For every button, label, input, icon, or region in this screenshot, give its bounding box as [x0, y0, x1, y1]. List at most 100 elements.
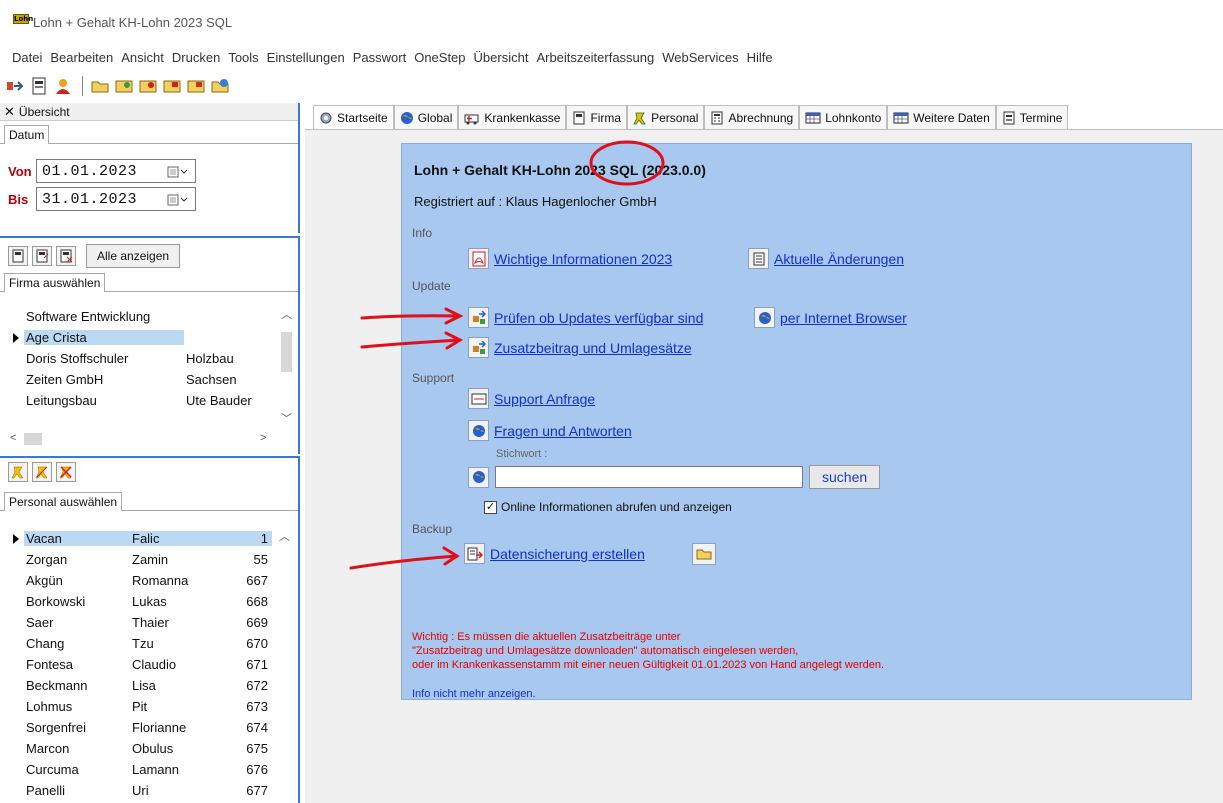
- firm-building-icon[interactable]: [8, 246, 28, 266]
- folder-open-icon[interactable]: [89, 75, 111, 97]
- person-edit-icon[interactable]: [32, 462, 52, 482]
- table-row[interactable]: Marcon Obulus 675: [8, 738, 272, 759]
- list-item[interactable]: Age Crista: [8, 327, 276, 348]
- link-zusatzbeitrag[interactable]: Zusatzbeitrag und Umlagesätze: [468, 337, 692, 358]
- calendar-dropdown-icon[interactable]: [167, 165, 189, 178]
- globe-icon: [468, 466, 489, 488]
- table-row[interactable]: Beckmann Lisa 672: [8, 675, 272, 696]
- date-to-input[interactable]: 31.01.2023: [36, 187, 196, 211]
- firm-delete-icon[interactable]: [56, 246, 76, 266]
- menu-drucken[interactable]: Drucken: [168, 47, 224, 69]
- person-delete-icon[interactable]: [56, 462, 76, 482]
- menu-ansicht[interactable]: Ansicht: [117, 47, 168, 69]
- table-row[interactable]: Fontesa Claudio 671: [8, 654, 272, 675]
- menu-tools[interactable]: Tools: [224, 47, 262, 69]
- toolbar: [4, 73, 233, 99]
- scroll-down-icon[interactable]: ﹀: [281, 410, 292, 426]
- mail-icon: [468, 388, 489, 409]
- link-wichtige-informationen[interactable]: Wichtige Informationen 2023: [468, 248, 672, 269]
- list-item[interactable]: Software Entwicklung: [8, 306, 276, 327]
- globe-icon: [400, 111, 413, 124]
- personal-vertical-scrollbar[interactable]: ︿: [276, 528, 292, 803]
- building-icon: [573, 111, 585, 124]
- table-row[interactable]: Curcuma Lamann 676: [8, 759, 272, 780]
- document-icon[interactable]: [28, 75, 50, 97]
- user-alert-icon[interactable]: [52, 75, 74, 97]
- link-fragen-antworten[interactable]: Fragen und Antworten: [468, 420, 632, 441]
- table-row[interactable]: Panelli Uri 677: [8, 780, 272, 801]
- table-row[interactable]: Sorgenfrei Florianne 674: [8, 717, 272, 738]
- menu-passwort[interactable]: Passwort: [349, 47, 410, 69]
- database-export-icon[interactable]: [161, 75, 183, 97]
- scroll-left-icon[interactable]: <: [10, 432, 16, 444]
- table-row[interactable]: Zorgan Zamin 55: [8, 549, 272, 570]
- tab-personal-auswaehlen[interactable]: Personal auswählen: [4, 492, 123, 511]
- tab-firma[interactable]: Firma: [566, 105, 628, 129]
- globe-icon: [468, 420, 489, 441]
- database-icon[interactable]: [113, 75, 135, 97]
- date-from-row: Von 01.01.2023: [8, 159, 196, 183]
- arrow-import-icon[interactable]: [4, 75, 26, 97]
- scroll-up-icon[interactable]: ︿: [281, 306, 292, 322]
- show-all-button[interactable]: Alle anzeigen: [86, 244, 181, 268]
- folder-globe-icon[interactable]: [209, 75, 231, 97]
- open-backup-folder-button[interactable]: [692, 543, 716, 565]
- search-input[interactable]: [495, 466, 803, 488]
- table-row[interactable]: Lohmus Pit 673: [8, 696, 272, 717]
- date-from-input[interactable]: 01.01.2023: [36, 159, 196, 183]
- tab-startseite[interactable]: Startseite: [313, 105, 394, 129]
- firm-horizontal-scrollbar[interactable]: < >: [8, 430, 276, 448]
- table-row[interactable]: Chang Tzu 670: [8, 633, 272, 654]
- link-aktuelle-aenderungen[interactable]: Aktuelle Änderungen: [748, 248, 904, 269]
- info-not-show-link[interactable]: Info nicht mehr anzeigen.: [412, 688, 536, 700]
- tab-abrechnung[interactable]: Abrechnung: [704, 105, 800, 129]
- ambulance-icon: [464, 114, 479, 124]
- tab-firma-auswaehlen[interactable]: Firma auswählen: [4, 273, 106, 292]
- overview-panel: ✕ Übersicht Datum Von 01.01.2023 Bis 31.…: [0, 103, 300, 233]
- list-item[interactable]: Leitungsbau Ute Bauder: [8, 390, 276, 411]
- gear-icon: [320, 112, 332, 123]
- table-row[interactable]: Borkowski Lukas 668: [8, 591, 272, 612]
- firm-buttons: Alle anzeigen: [8, 244, 181, 268]
- firm-edit-icon[interactable]: [32, 246, 52, 266]
- menu-uebersicht[interactable]: Übersicht: [470, 47, 533, 69]
- menu-einstellungen[interactable]: Einstellungen: [263, 47, 349, 69]
- online-info-checkbox[interactable]: ✓: [484, 500, 497, 514]
- table-row[interactable]: Akgün Romanna 667: [8, 570, 272, 591]
- app-title: Lohn + Gehalt KH-Lohn 2023 SQL (2023.0.0…: [414, 162, 706, 178]
- search-button[interactable]: suchen: [809, 465, 881, 489]
- list-item[interactable]: Zeiten GmbH Sachsen: [8, 369, 276, 390]
- tab-datum[interactable]: Datum: [4, 125, 50, 144]
- scroll-up-icon[interactable]: ︿: [279, 528, 290, 544]
- menu-onestep[interactable]: OneStep: [410, 47, 469, 69]
- section-info: Info: [412, 226, 433, 240]
- menu-bearbeiten[interactable]: Bearbeiten: [46, 47, 117, 69]
- menu-arbeitszeiterfassung[interactable]: Arbeitszeiterfassung: [532, 47, 658, 69]
- firm-vertical-scrollbar[interactable]: ︿ ﹀: [278, 306, 294, 428]
- tab-personal[interactable]: Personal: [627, 105, 705, 129]
- firm-list: Software Entwicklung Age Crista Doris St…: [8, 306, 276, 411]
- scroll-right-icon[interactable]: >: [260, 432, 266, 444]
- tab-termine[interactable]: Termine: [995, 105, 1069, 129]
- link-support-anfrage[interactable]: Support Anfrage: [468, 388, 595, 409]
- menu-datei[interactable]: Datei: [8, 47, 46, 69]
- database-red-icon[interactable]: [137, 75, 159, 97]
- table-row[interactable]: Vacan Falic 1: [8, 528, 272, 549]
- database-import-icon[interactable]: [185, 75, 207, 97]
- menu-webservices[interactable]: WebServices: [658, 47, 742, 69]
- tab-lohnkonto[interactable]: Lohnkonto: [799, 105, 888, 129]
- menu-hilfe[interactable]: Hilfe: [743, 47, 777, 69]
- title-bar: Lohn Lohn + Gehalt KH-Lohn 2023 SQL: [0, 0, 1223, 46]
- calendar-dropdown-icon[interactable]: [167, 193, 189, 206]
- tab-krankenkasse[interactable]: Krankenkasse: [458, 105, 567, 129]
- tab-weitere-daten[interactable]: Weitere Daten: [887, 105, 996, 129]
- tab-global[interactable]: Global: [393, 105, 459, 129]
- close-icon[interactable]: ✕: [4, 103, 15, 121]
- list-item[interactable]: Doris Stoffschuler Holzbau: [8, 348, 276, 369]
- person-add-icon[interactable]: [8, 462, 28, 482]
- folder-open-icon: [692, 543, 716, 565]
- link-datensicherung[interactable]: Datensicherung erstellen: [464, 543, 645, 564]
- table-row[interactable]: Saer Thaier 669: [8, 612, 272, 633]
- link-per-internet-browser[interactable]: per Internet Browser: [754, 307, 907, 328]
- link-pruefen-updates[interactable]: Prüfen ob Updates verfügbar sind: [468, 307, 703, 328]
